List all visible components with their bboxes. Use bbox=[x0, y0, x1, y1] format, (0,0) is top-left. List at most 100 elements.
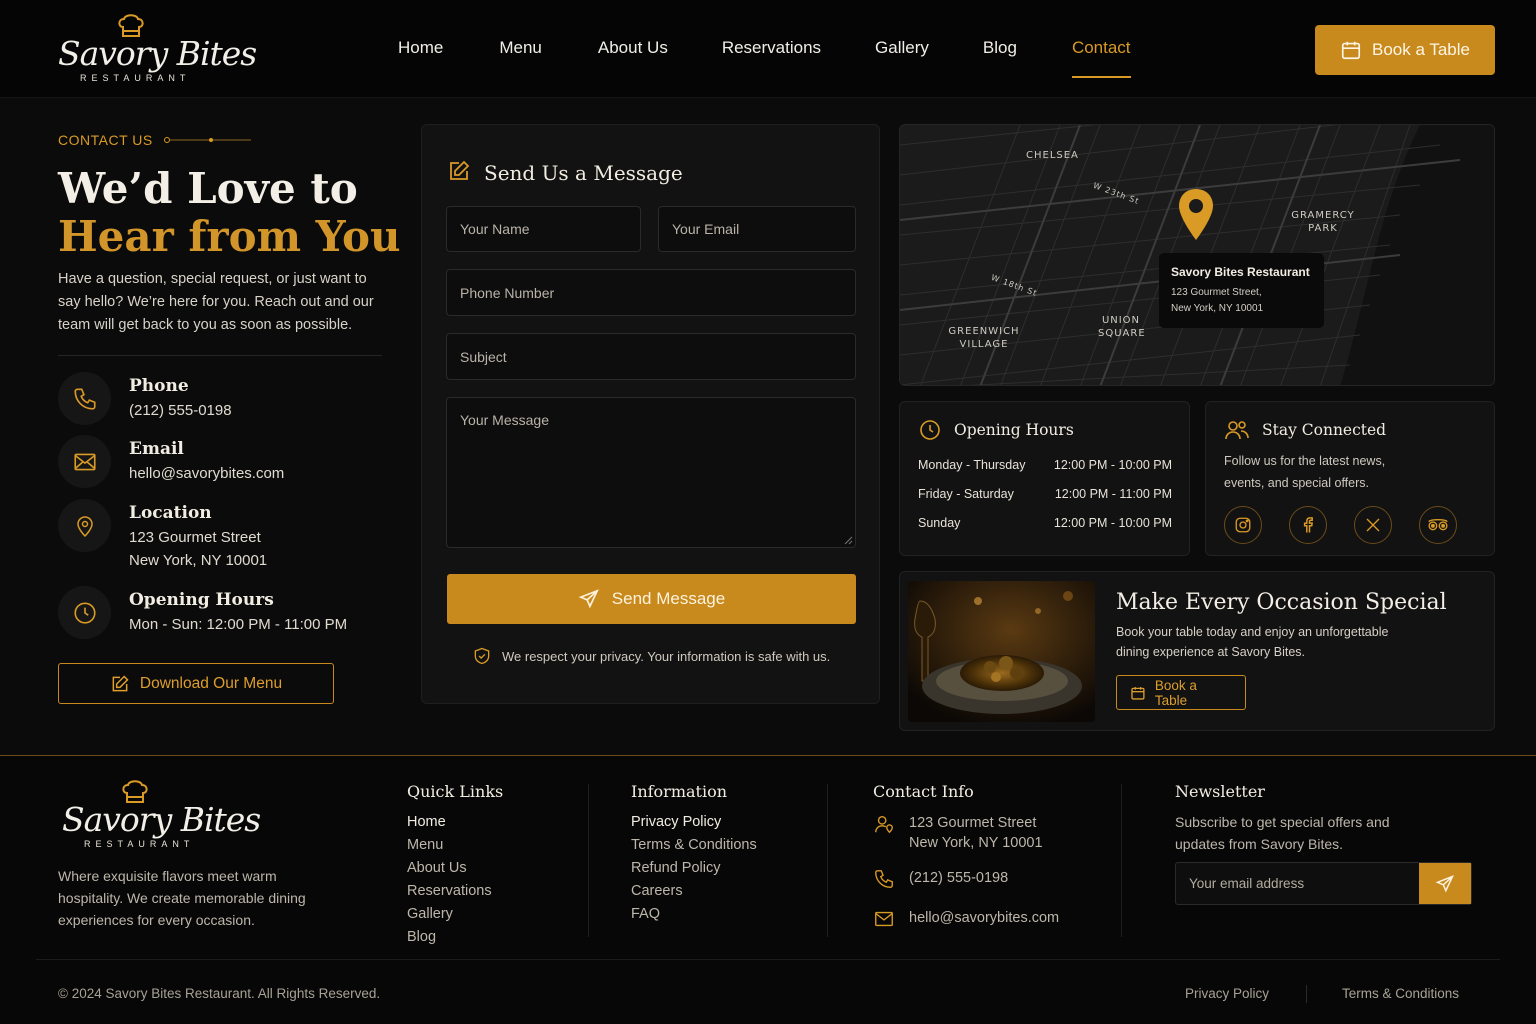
resize-handle-icon[interactable] bbox=[844, 536, 853, 545]
send-icon bbox=[1435, 874, 1454, 892]
social-card-title: Stay Connected bbox=[1262, 421, 1387, 439]
footer-link-faq[interactable]: FAQ bbox=[631, 903, 757, 926]
person-pin-icon bbox=[875, 815, 893, 834]
divider bbox=[58, 355, 382, 356]
copyright-text: © 2024 Savory Bites Restaurant. All Righ… bbox=[58, 986, 381, 1001]
main-nav: Home Menu About Us Reservations Gallery … bbox=[398, 38, 1131, 78]
title-line-1: We’d Love to bbox=[58, 164, 358, 213]
eyebrow-ornament bbox=[163, 137, 251, 143]
message-textarea[interactable]: Your Message bbox=[446, 397, 856, 548]
promo-book-button[interactable]: Book a Table bbox=[1116, 675, 1246, 710]
footer-brand-subtitle: RESTAURANT bbox=[84, 839, 195, 849]
instagram-icon[interactable] bbox=[1224, 506, 1262, 544]
hours-time: 12:00 PM - 10:00 PM bbox=[1053, 458, 1172, 472]
contact-email[interactable]: Email hello@savorybites.com bbox=[58, 435, 284, 488]
map-pin-icon[interactable] bbox=[1177, 187, 1215, 243]
footer-link-gallery[interactable]: Gallery bbox=[407, 903, 503, 926]
name-placeholder: Your Name bbox=[460, 221, 530, 237]
contact-phone[interactable]: Phone (212) 555-0198 bbox=[58, 372, 232, 425]
footer-link-home[interactable]: Home bbox=[407, 811, 503, 834]
footer-email[interactable]: hello@savorybites.com bbox=[873, 908, 1059, 930]
subject-input[interactable]: Subject bbox=[446, 333, 856, 380]
nav-about[interactable]: About Us bbox=[598, 38, 668, 58]
promo-title: Make Every Occasion Special bbox=[1116, 590, 1447, 615]
popup-name: Savory Bites Restaurant bbox=[1171, 265, 1310, 279]
map-label-greenwich: GREENWICH VILLAGE bbox=[948, 326, 1020, 350]
privacy-note: We respect your privacy. Your informatio… bbox=[472, 646, 830, 666]
phone-input[interactable]: Phone Number bbox=[446, 269, 856, 316]
facebook-icon[interactable] bbox=[1289, 506, 1327, 544]
popup-address-2: New York, NY 10001 bbox=[1171, 303, 1264, 314]
newsletter-submit-button[interactable] bbox=[1419, 863, 1471, 904]
book-table-button[interactable]: Book a Table bbox=[1315, 25, 1495, 75]
nav-reservations[interactable]: Reservations bbox=[722, 38, 821, 58]
footer-link-privacy[interactable]: Privacy Policy bbox=[631, 811, 757, 834]
newsletter-text: Subscribe to get special offers and upda… bbox=[1175, 814, 1390, 852]
footer-link-careers[interactable]: Careers bbox=[631, 880, 757, 903]
footer-email-text: hello@savorybites.com bbox=[909, 910, 1060, 926]
stay-connected-card: Stay Connected Follow us for the latest … bbox=[1205, 401, 1495, 556]
hours-row: Sunday 12:00 PM - 10:00 PM bbox=[918, 516, 1172, 530]
users-icon bbox=[1225, 421, 1249, 440]
phone-title: Phone bbox=[129, 376, 189, 396]
hours-day: Friday - Saturday bbox=[918, 487, 1014, 501]
download-menu-button[interactable]: Download Our Menu bbox=[58, 663, 334, 704]
hours-value: Mon - Sun: 12:00 PM - 11:00 PM bbox=[129, 616, 348, 633]
page: Savory Bites RESTAURANT Home Menu About … bbox=[0, 0, 1536, 1024]
mail-icon-wrap bbox=[58, 435, 111, 488]
footer-phone[interactable]: (212) 555-0198 bbox=[873, 868, 1059, 890]
contact-location: Location 123 Gourmet Street New York, NY 1… bbox=[58, 499, 267, 572]
phone-icon-wrap bbox=[58, 372, 111, 425]
clock-icon bbox=[73, 601, 96, 624]
location-line-2: New York, NY 10001 bbox=[129, 552, 268, 569]
email-input[interactable]: Your Email bbox=[658, 206, 856, 252]
footer-link-blog[interactable]: Blog bbox=[407, 926, 503, 949]
location-icon-wrap bbox=[58, 499, 111, 552]
brand-logo[interactable]: Savory Bites RESTAURANT bbox=[58, 12, 257, 88]
nav-contact[interactable]: Contact bbox=[1071, 38, 1131, 78]
promo-book-label: Book a Table bbox=[1154, 677, 1197, 708]
dish-photo bbox=[908, 581, 1095, 722]
nav-menu[interactable]: Menu bbox=[499, 38, 542, 58]
nav-home[interactable]: Home bbox=[398, 38, 443, 58]
tripadvisor-icon[interactable] bbox=[1419, 506, 1457, 544]
footer-tagline: Where exquisite flavors meet warm hospit… bbox=[58, 868, 306, 928]
send-icon bbox=[578, 589, 599, 609]
hours-row: Friday - Saturday 12:00 PM - 11:00 PM bbox=[918, 487, 1172, 501]
bottom-link-privacy[interactable]: Privacy Policy bbox=[1185, 986, 1269, 1001]
form-title: Send Us a Message bbox=[484, 161, 683, 185]
x-twitter-icon[interactable] bbox=[1354, 506, 1392, 544]
shield-icon bbox=[474, 647, 490, 665]
location-map[interactable]: CHELSEA GRAMERCY PARK GREENWICH VILLAGE … bbox=[899, 124, 1495, 386]
edit-icon bbox=[450, 160, 470, 180]
footer-divider bbox=[588, 784, 589, 937]
calendar-icon bbox=[1341, 41, 1361, 60]
footer-link-reservations[interactable]: Reservations bbox=[407, 880, 503, 903]
mail-icon bbox=[875, 911, 893, 927]
section-eyebrow: CONTACT US bbox=[58, 132, 253, 148]
privacy-text: We respect your privacy. Your informatio… bbox=[502, 648, 831, 664]
footer-link-menu[interactable]: Menu bbox=[407, 834, 503, 857]
brand-subtitle: RESTAURANT bbox=[80, 73, 191, 83]
name-input[interactable]: Your Name bbox=[446, 206, 641, 252]
footer-logo[interactable]: Savory Bites RESTAURANT bbox=[62, 778, 261, 854]
footer-link-terms[interactable]: Terms & Conditions bbox=[631, 834, 757, 857]
footer-brand-name: Savory Bites bbox=[62, 800, 261, 839]
contact-info-title: Contact Info bbox=[873, 782, 974, 801]
location-title: Location bbox=[129, 503, 212, 523]
bottom-link-terms[interactable]: Terms & Conditions bbox=[1342, 986, 1459, 1001]
mail-icon bbox=[73, 453, 96, 470]
footer-link-about[interactable]: About Us bbox=[407, 857, 503, 880]
page-title: We’d Love to Hear from You bbox=[58, 165, 401, 261]
newsletter-email-input[interactable]: Your email address bbox=[1175, 862, 1472, 905]
footer-phone-text: (212) 555-0198 bbox=[909, 870, 1009, 886]
footer-address-2: New York, NY 10001 bbox=[909, 835, 1043, 851]
contact-hours: Opening Hours Mon - Sun: 12:00 PM - 11:00… bbox=[58, 586, 347, 639]
footer-link-refund[interactable]: Refund Policy bbox=[631, 857, 757, 880]
nav-blog[interactable]: Blog bbox=[983, 38, 1017, 58]
map-label-gramercy: GRAMERCY PARK bbox=[1291, 210, 1355, 234]
send-message-button[interactable]: Send Message bbox=[447, 574, 856, 624]
contact-form: Send Us a Message Your Name Your Email P… bbox=[421, 124, 880, 704]
book-table-label: Book a Table bbox=[1372, 40, 1470, 59]
nav-gallery[interactable]: Gallery bbox=[875, 38, 929, 58]
